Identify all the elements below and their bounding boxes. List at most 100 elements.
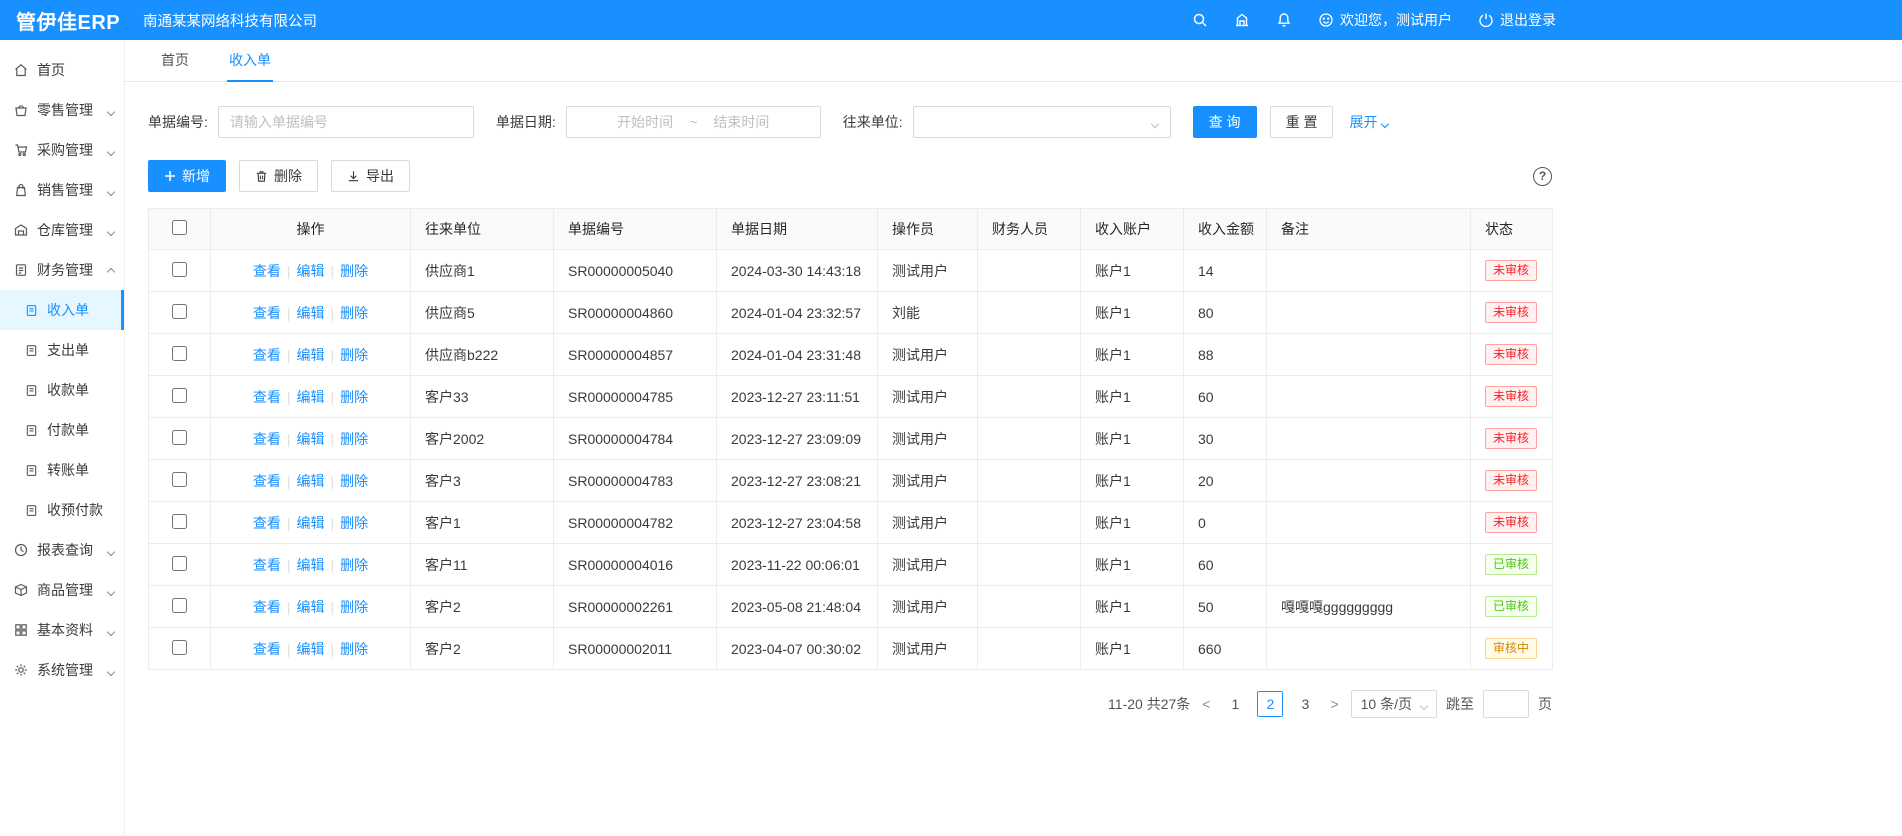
edit-link[interactable]: 编辑: [297, 305, 325, 321]
date-end-placeholder: 结束时间: [713, 112, 769, 132]
row-checkbox[interactable]: [172, 598, 187, 613]
sidebar-item-purchase[interactable]: 采购管理: [0, 130, 124, 170]
bell-icon[interactable]: [1276, 12, 1292, 28]
cell-date: 2024-01-04 23:31:48: [717, 334, 878, 376]
edit-link[interactable]: 编辑: [297, 641, 325, 657]
row-checkbox[interactable]: [172, 262, 187, 277]
bill-no-input[interactable]: [218, 106, 474, 138]
edit-link[interactable]: 编辑: [297, 515, 325, 531]
add-button[interactable]: 新增: [148, 160, 226, 192]
view-link[interactable]: 查看: [253, 389, 281, 405]
help-icon[interactable]: ?: [1533, 167, 1552, 186]
view-link[interactable]: 查看: [253, 263, 281, 279]
delete-link[interactable]: 删除: [340, 515, 368, 531]
row-checkbox[interactable]: [172, 304, 187, 319]
delete-link[interactable]: 删除: [340, 557, 368, 573]
edit-link[interactable]: 编辑: [297, 389, 325, 405]
row-checkbox[interactable]: [172, 556, 187, 571]
cell-account: 账户1: [1081, 376, 1184, 418]
view-link[interactable]: 查看: [253, 515, 281, 531]
logout-text: 退出登录: [1500, 10, 1556, 30]
sidebar-item-retail[interactable]: 零售管理: [0, 90, 124, 130]
row-checkbox[interactable]: [172, 514, 187, 529]
row-checkbox[interactable]: [172, 472, 187, 487]
date-range-picker[interactable]: 开始时间 ~ 结束时间: [566, 106, 821, 138]
page-button-3[interactable]: 3: [1292, 691, 1318, 717]
sidebar-item-expense-bill[interactable]: 支出单: [0, 330, 124, 370]
edit-link[interactable]: 编辑: [297, 599, 325, 615]
view-link[interactable]: 查看: [253, 557, 281, 573]
cell-date: 2023-11-22 00:06:01: [717, 544, 878, 586]
view-link[interactable]: 查看: [253, 473, 281, 489]
page-size-select[interactable]: 10 条/页: [1351, 690, 1437, 718]
tab-income-bill[interactable]: 收入单: [227, 40, 273, 82]
jump-page-input[interactable]: [1483, 690, 1529, 718]
sidebar-item-reports[interactable]: 报表查询: [0, 530, 124, 570]
tab-home[interactable]: 首页: [159, 40, 191, 82]
action-divider: |: [287, 305, 291, 321]
row-checkbox[interactable]: [172, 388, 187, 403]
edit-link[interactable]: 编辑: [297, 263, 325, 279]
delete-link[interactable]: 删除: [340, 473, 368, 489]
sidebar-item-payment-bill[interactable]: 付款单: [0, 410, 124, 450]
cell-account: 账户1: [1081, 418, 1184, 460]
reset-button[interactable]: 重 置: [1270, 106, 1334, 138]
search-icon[interactable]: [1192, 12, 1208, 28]
edit-link[interactable]: 编辑: [297, 557, 325, 573]
view-link[interactable]: 查看: [253, 305, 281, 321]
sidebar-item-base-data[interactable]: 基本资料: [0, 610, 124, 650]
delete-link[interactable]: 删除: [340, 599, 368, 615]
search-button[interactable]: 查 询: [1193, 106, 1257, 138]
row-checkbox[interactable]: [172, 640, 187, 655]
welcome-user[interactable]: 欢迎您，测试用户: [1318, 10, 1452, 30]
table-row: 查看|编辑|删除客户33SR000000047852023-12-27 23:1…: [149, 376, 1553, 418]
finance-icon: [14, 263, 28, 277]
prev-page-button[interactable]: <: [1199, 696, 1213, 712]
logout-button[interactable]: 退出登录: [1478, 10, 1556, 30]
sidebar-item-sales[interactable]: 销售管理: [0, 170, 124, 210]
building-icon[interactable]: [1234, 12, 1250, 28]
delete-link[interactable]: 删除: [340, 263, 368, 279]
sidebar-item-income-bill[interactable]: 收入单: [0, 290, 124, 330]
export-button[interactable]: 导出: [331, 160, 410, 192]
view-link[interactable]: 查看: [253, 599, 281, 615]
delete-link[interactable]: 删除: [340, 431, 368, 447]
row-checkbox[interactable]: [172, 346, 187, 361]
sidebar-item-warehouse[interactable]: 仓库管理: [0, 210, 124, 250]
edit-link[interactable]: 编辑: [297, 473, 325, 489]
edit-link[interactable]: 编辑: [297, 347, 325, 363]
header-actions: 欢迎您，测试用户 退出登录: [1192, 10, 1556, 30]
next-page-button[interactable]: >: [1327, 696, 1341, 712]
cell-status: 未审核: [1471, 502, 1553, 544]
view-link[interactable]: 查看: [253, 431, 281, 447]
row-checkbox[interactable]: [172, 430, 187, 445]
select-all-checkbox[interactable]: [172, 220, 187, 235]
sidebar-item-prepaid-bill[interactable]: 收预付款: [0, 490, 124, 530]
sidebar-item-home[interactable]: 首页: [0, 50, 124, 90]
view-link[interactable]: 查看: [253, 347, 281, 363]
cell-amount: 60: [1184, 376, 1267, 418]
view-link[interactable]: 查看: [253, 641, 281, 657]
row-checkbox-cell: [149, 250, 211, 292]
sidebar-item-finance[interactable]: 财务管理: [0, 250, 124, 290]
sidebar-item-goods[interactable]: 商品管理: [0, 570, 124, 610]
sidebar-item-receipt-bill[interactable]: 收款单: [0, 370, 124, 410]
expand-link[interactable]: 展开: [1349, 112, 1388, 132]
action-divider: |: [331, 473, 335, 489]
delete-link[interactable]: 删除: [340, 641, 368, 657]
sidebar-item-system[interactable]: 系统管理: [0, 650, 124, 690]
unit-select[interactable]: [913, 106, 1171, 138]
delete-button[interactable]: 删除: [239, 160, 318, 192]
delete-link[interactable]: 删除: [340, 347, 368, 363]
cell-code: SR00000004785: [554, 376, 717, 418]
column-header-unit: 往来单位: [411, 209, 554, 250]
cell-unit: 供应商1: [411, 250, 554, 292]
row-actions: 查看|编辑|删除: [211, 586, 411, 628]
edit-link[interactable]: 编辑: [297, 431, 325, 447]
page-button-2[interactable]: 2: [1257, 691, 1283, 717]
cell-account: 账户1: [1081, 250, 1184, 292]
sidebar-item-transfer-bill[interactable]: 转账单: [0, 450, 124, 490]
delete-link[interactable]: 删除: [340, 305, 368, 321]
delete-link[interactable]: 删除: [340, 389, 368, 405]
page-button-1[interactable]: 1: [1222, 691, 1248, 717]
